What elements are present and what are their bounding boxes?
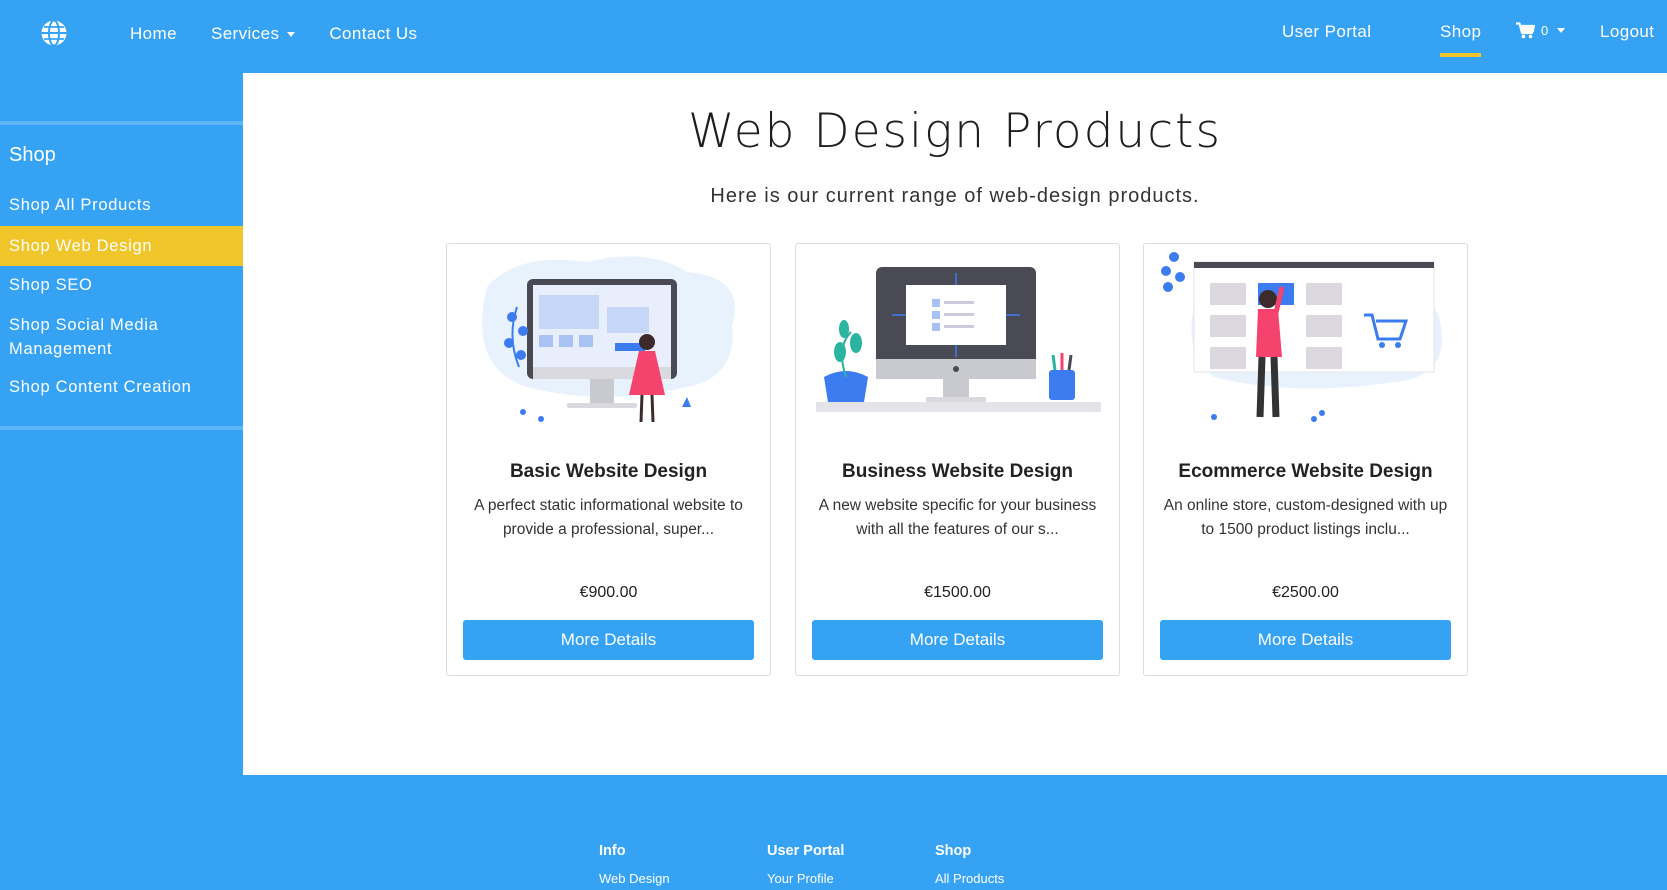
sidebar-title: Shop bbox=[9, 144, 56, 166]
caret-down-icon bbox=[1556, 28, 1565, 33]
product-card: Basic Website Design A perfect static in… bbox=[446, 243, 771, 676]
sidebar-item-shop-web-design[interactable]: Shop Web Design bbox=[0, 226, 243, 266]
footer-link-your-profile[interactable]: Your Profile bbox=[767, 871, 844, 886]
product-card: Business Website Design A new website sp… bbox=[795, 243, 1120, 676]
product-description: An online store, custom-designed with up… bbox=[1163, 497, 1448, 538]
footer-heading: User Portal bbox=[767, 843, 845, 859]
footer-link-web-design[interactable]: Web Design bbox=[599, 871, 670, 886]
footer-heading: Info bbox=[599, 843, 626, 859]
product-image-business-website bbox=[816, 267, 1101, 412]
shopping-cart-icon bbox=[1516, 22, 1535, 39]
sidebar-item-shop-content-creation[interactable]: Shop Content Creation bbox=[0, 375, 243, 399]
page-subtitle: Here is our current range of web-design … bbox=[710, 185, 1200, 207]
footer-column-shop: Shop All Products bbox=[935, 843, 1004, 886]
footer-column-info: Info Web Design bbox=[599, 843, 670, 886]
top-navbar: Home Services Contact Us User Portal Sho… bbox=[0, 0, 1667, 73]
more-details-button[interactable]: More Details bbox=[1160, 620, 1451, 660]
product-price: €900.00 bbox=[579, 584, 638, 601]
product-image-ecommerce-website bbox=[1161, 252, 1442, 422]
sidebar-item-shop-social-media-management[interactable]: Shop Social Media Management bbox=[0, 313, 200, 361]
sidebar: Shop Shop All Products Shop Web Design S… bbox=[0, 73, 243, 775]
nav-cart-dropdown[interactable]: 0 bbox=[1516, 22, 1565, 39]
nav-user-portal[interactable]: User Portal bbox=[1282, 22, 1371, 42]
sidebar-divider bbox=[0, 121, 243, 125]
more-details-button[interactable]: More Details bbox=[812, 620, 1103, 660]
page-title: Web Design Products bbox=[688, 104, 1222, 159]
footer: Info Web Design User Portal Your Profile… bbox=[0, 775, 1667, 890]
caret-down-icon bbox=[287, 31, 296, 37]
product-price: €1500.00 bbox=[924, 584, 991, 601]
product-description: A new website specific for your business… bbox=[818, 497, 1097, 538]
product-title: Ecommerce Website Design bbox=[1178, 461, 1433, 482]
product-price: €2500.00 bbox=[1272, 584, 1339, 601]
product-image-basic-website bbox=[482, 256, 735, 423]
sidebar-divider bbox=[0, 426, 243, 430]
product-description: A perfect static informational website t… bbox=[474, 497, 743, 538]
nav-services-dropdown[interactable]: Services bbox=[210, 24, 296, 44]
product-title: Basic Website Design bbox=[509, 461, 708, 482]
product-card: Ecommerce Website Design An online store… bbox=[1143, 243, 1468, 676]
sidebar-item-shop-seo[interactable]: Shop SEO bbox=[0, 273, 243, 297]
more-details-button[interactable]: More Details bbox=[463, 620, 754, 660]
product-title: Business Website Design bbox=[842, 461, 1073, 482]
main-content: Web Design Products Here is our current … bbox=[243, 73, 1667, 775]
sidebar-item-shop-all-products[interactable]: Shop All Products bbox=[0, 193, 243, 217]
footer-heading: Shop bbox=[935, 843, 972, 859]
nav-home[interactable]: Home bbox=[130, 24, 177, 44]
nav-logout[interactable]: Logout bbox=[1600, 22, 1654, 42]
nav-services-label: Services bbox=[210, 24, 280, 43]
cart-count: 0 bbox=[1541, 23, 1549, 38]
nav-shop[interactable]: Shop bbox=[1440, 22, 1482, 57]
footer-link-all-products[interactable]: All Products bbox=[935, 871, 1004, 886]
nav-contact-us[interactable]: Contact Us bbox=[329, 24, 417, 44]
globe-icon[interactable] bbox=[40, 19, 68, 47]
footer-column-user-portal: User Portal Your Profile bbox=[767, 843, 844, 886]
